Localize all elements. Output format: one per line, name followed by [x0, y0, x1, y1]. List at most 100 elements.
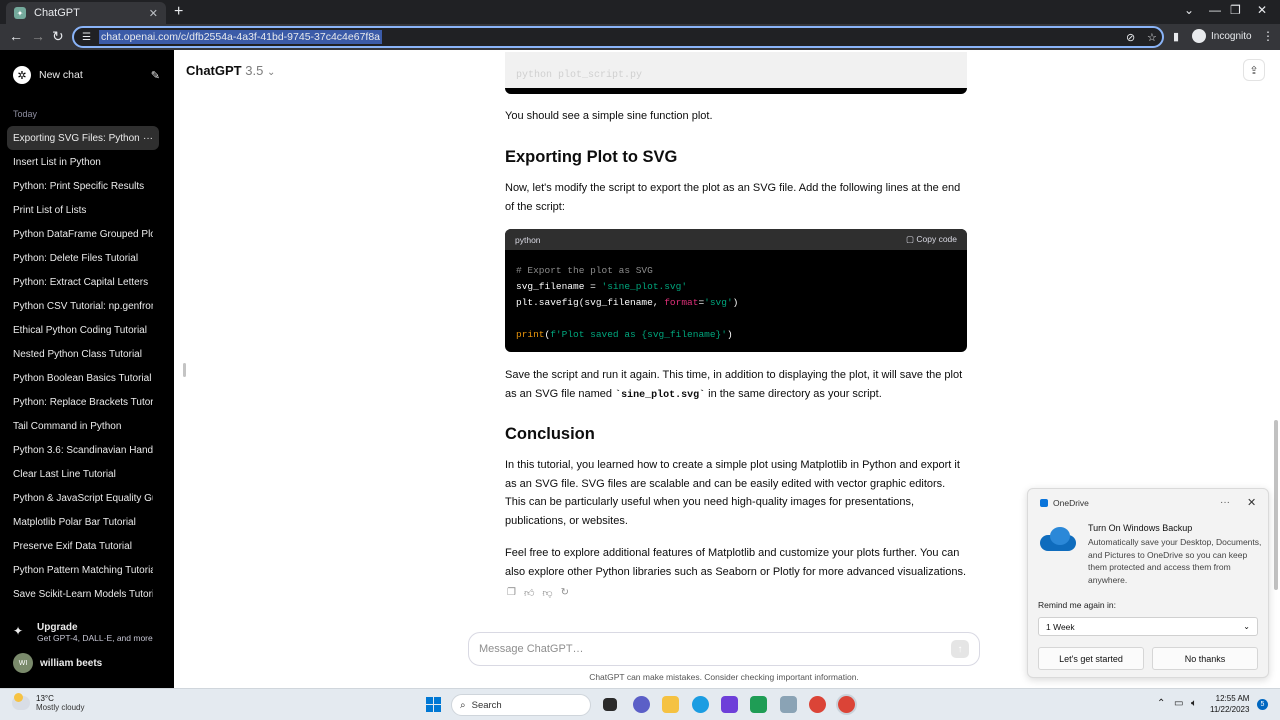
sidebar-item[interactable]: Tail Command in Python: [7, 414, 159, 438]
edge-icon[interactable]: [692, 696, 709, 713]
sidebar-item-label: Matplotlib Polar Bar Tutorial: [13, 516, 136, 528]
disclaimer: ChatGPT can make mistakes. Consider chec…: [589, 672, 859, 682]
sidebar-item[interactable]: Python: Replace Brackets Tutoria: [7, 390, 159, 414]
browser-tab-bar: ✦ ChatGPT ✕ + ⌄ — ❐ ✕: [0, 0, 1280, 24]
minimize-icon[interactable]: —: [1209, 3, 1221, 17]
user-menu[interactable]: WI william beets: [13, 653, 102, 673]
sidebar-item-label: Python DataFrame Grouped Plot: [13, 228, 153, 240]
remind-select[interactable]: 1 Week ⌄: [1038, 617, 1258, 636]
show-hidden-icons-icon[interactable]: ⌃: [1157, 698, 1165, 709]
upgrade-button[interactable]: ✦ Upgrade Get GPT-4, DALL·E, and more: [13, 622, 153, 643]
more-options-icon[interactable]: ···: [1220, 497, 1230, 508]
maximize-icon[interactable]: ❐: [1230, 3, 1241, 17]
excel-icon[interactable]: [750, 696, 767, 713]
sidebar-item[interactable]: Insert List in Python: [7, 150, 159, 174]
sidebar-item[interactable]: Python: Extract Capital Letters: [7, 270, 159, 294]
file-explorer-icon[interactable]: [662, 696, 679, 713]
model-selector[interactable]: ChatGPT 3.5 ⌄: [186, 63, 275, 78]
incognito-indicator[interactable]: Incognito: [1192, 29, 1252, 43]
sidebar-item[interactable]: Clear Last Line Tutorial: [7, 462, 159, 486]
window-close-icon[interactable]: ✕: [1257, 3, 1267, 17]
arrow-up-icon: ↑: [957, 643, 963, 655]
chrome-icon[interactable]: [809, 696, 826, 713]
task-view-icon[interactable]: [603, 698, 617, 711]
chrome-active-icon[interactable]: [838, 696, 855, 713]
notification-body: Automatically save your Desktop, Documen…: [1088, 537, 1262, 585]
sidebar-item[interactable]: Ethical Python Coding Tutorial: [7, 318, 159, 342]
code-function: print: [516, 329, 545, 340]
section-heading-export: Exporting Plot to SVG: [505, 148, 678, 166]
start-button[interactable]: [426, 697, 441, 712]
new-tab-icon[interactable]: +: [174, 3, 183, 21]
code-string: 'svg': [704, 297, 733, 308]
back-icon[interactable]: ←: [9, 28, 23, 44]
teams-chat-icon[interactable]: [633, 696, 650, 713]
copy-icon[interactable]: ❐: [507, 587, 516, 599]
browser-menu-icon[interactable]: ⋮: [1262, 29, 1274, 43]
sidebar-item-label: Python: Delete Files Tutorial: [13, 252, 139, 264]
code-block: python ▢ Copy code # Export the plot as …: [505, 229, 967, 352]
scrollbar[interactable]: [1274, 420, 1278, 590]
sidebar-item-label: Clear Last Line Tutorial: [13, 468, 116, 480]
browser-tab[interactable]: ✦ ChatGPT ✕: [6, 2, 166, 24]
url-field[interactable]: ☰ chat.openai.com/c/dfb2554a-4a3f-41bd-9…: [72, 26, 1164, 48]
new-chat-button[interactable]: ✲ New chat ✎: [10, 64, 160, 86]
message-input[interactable]: [479, 643, 951, 655]
thumbs-up-icon[interactable]: 👍︎: [524, 587, 534, 599]
bookmark-star-icon[interactable]: ☆: [1147, 31, 1157, 44]
photos-icon[interactable]: [780, 696, 797, 713]
sidebar-item[interactable]: Python: Print Specific Results: [7, 174, 159, 198]
code-string: 'sine_plot.svg': [601, 281, 688, 292]
share-button[interactable]: ⇪: [1243, 59, 1265, 81]
taskbar-search-label: Search: [471, 699, 502, 711]
no-thanks-button[interactable]: No thanks: [1152, 647, 1258, 670]
sidebar-resize-handle[interactable]: [183, 363, 186, 377]
thumbs-down-icon[interactable]: 👎︎: [542, 587, 552, 599]
site-info-icon[interactable]: ☰: [82, 32, 91, 43]
sidebar-item-label: Exporting SVG Files: Python: [13, 132, 139, 144]
weather-widget[interactable]: 13°C Mostly cloudy: [12, 693, 84, 712]
compose-icon[interactable]: ✎: [151, 69, 160, 82]
vpn-app-icon[interactable]: [721, 696, 738, 713]
sidebar-item-label: Preserve Exif Data Tutorial: [13, 540, 132, 552]
chevron-down-icon[interactable]: ⌄: [1184, 3, 1194, 17]
sidebar-item-active[interactable]: Exporting SVG Files: Python ···: [7, 126, 159, 150]
clipboard-icon: ▢: [905, 234, 914, 244]
copy-code-button[interactable]: ▢ Copy code: [906, 234, 957, 245]
forward-icon[interactable]: →: [31, 28, 45, 44]
sidepanel-icon[interactable]: ▮: [1173, 30, 1179, 43]
close-icon[interactable]: ✕: [1247, 496, 1256, 509]
sidebar-item[interactable]: Python: Delete Files Tutorial: [7, 246, 159, 270]
sidebar-item[interactable]: Python Boolean Basics Tutorial: [7, 366, 159, 390]
send-button[interactable]: ↑: [951, 640, 969, 658]
tab-close-icon[interactable]: ✕: [149, 7, 158, 20]
sidebar-item[interactable]: Nested Python Class Tutorial: [7, 342, 159, 366]
sidebar-item[interactable]: Preserve Exif Data Tutorial: [7, 534, 159, 558]
model-version: 3.5: [245, 63, 264, 78]
reload-icon[interactable]: ↻: [52, 28, 64, 45]
sidebar-item[interactable]: Python CSV Tutorial: np.genfromt: [7, 294, 159, 318]
regenerate-icon[interactable]: ↻: [561, 587, 569, 599]
sidebar-item[interactable]: Print List of Lists: [7, 198, 159, 222]
avatar: WI: [13, 653, 33, 673]
partly-cloudy-icon: [12, 693, 30, 710]
taskbar-search[interactable]: ⌕ Search: [451, 694, 591, 716]
onedrive-small-icon: [1040, 499, 1048, 507]
url-text: chat.openai.com/c/dfb2554a-4a3f-41bd-974…: [98, 30, 383, 44]
sidebar-item[interactable]: Python 3.6: Scandinavian Handlin: [7, 438, 159, 462]
volume-icon[interactable]: 🔈︎: [1191, 698, 1197, 709]
sidebar-item[interactable]: Save Scikit-Learn Models Tutoria: [7, 582, 159, 606]
taskbar: 13°C Mostly cloudy ⌕ Search ⌃ ▭ 🔈︎ 12:55…: [0, 688, 1280, 720]
sidebar-item-label: Save Scikit-Learn Models Tutoria: [13, 588, 153, 600]
sidebar-item[interactable]: Python Pattern Matching Tutorial: [7, 558, 159, 582]
network-icon[interactable]: ▭: [1174, 698, 1183, 709]
more-options-icon[interactable]: ···: [143, 133, 153, 144]
clock[interactable]: 12:55 AM 11/22/2023: [1210, 693, 1249, 715]
section-heading-conclusion: Conclusion: [505, 425, 595, 443]
notification-badge[interactable]: 5: [1257, 699, 1268, 710]
lets-get-started-button[interactable]: Let's get started: [1038, 647, 1144, 670]
sidebar-item[interactable]: Matplotlib Polar Bar Tutorial: [7, 510, 159, 534]
sidebar-item[interactable]: Python DataFrame Grouped Plot: [7, 222, 159, 246]
sidebar-item[interactable]: Python & JavaScript Equality Gui: [7, 486, 159, 510]
no-tracking-icon[interactable]: ⊘: [1126, 31, 1135, 44]
